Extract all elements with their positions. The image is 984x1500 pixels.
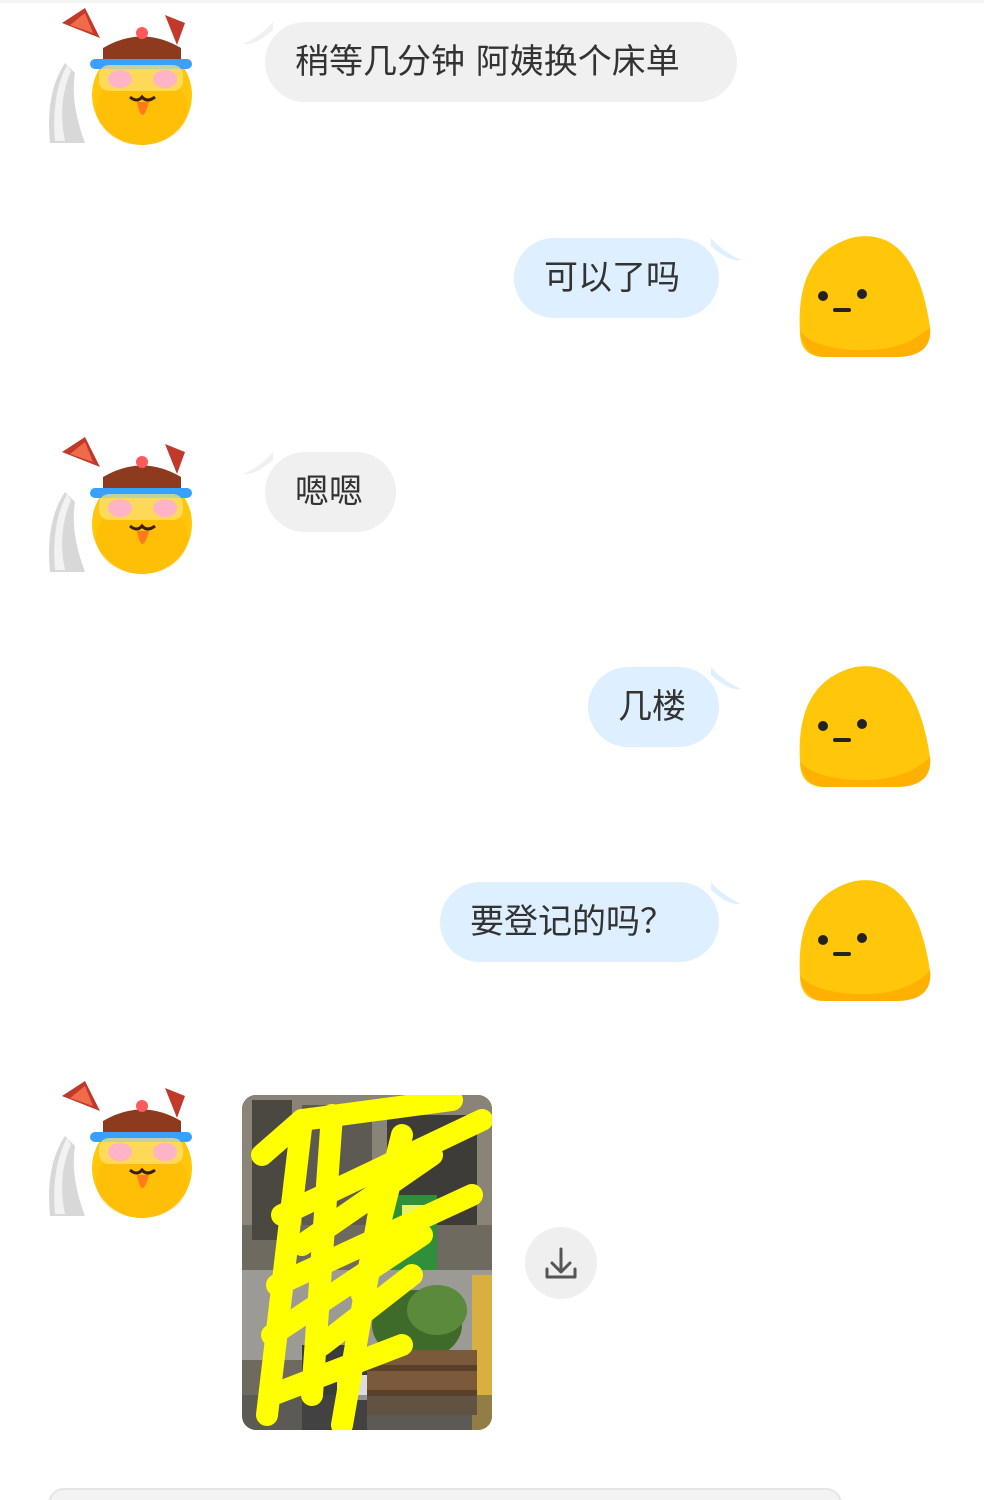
yellow-blob-avatar-icon[interactable] — [795, 232, 945, 382]
message-bubble-3[interactable]: 嗯嗯 — [243, 452, 396, 532]
download-button[interactable] — [525, 1227, 597, 1299]
cat-mascot-avatar-icon[interactable] — [45, 432, 195, 582]
cat-mascot-avatar-icon[interactable] — [45, 1076, 195, 1226]
message-bubble-1[interactable]: 稍等几分钟 阿姨换个床单 — [243, 22, 737, 102]
chat-view: 稍等几分钟 阿姨换个床单 可以了吗 嗯嗯 几楼 要登记的吗？ — [0, 0, 984, 1500]
message-bubble-2[interactable]: 可以了吗 — [514, 238, 741, 318]
yellow-blob-avatar-icon[interactable] — [795, 662, 945, 812]
photo-thumbnail[interactable] — [242, 1095, 492, 1430]
input-bar[interactable] — [48, 1488, 842, 1500]
yellow-blob-avatar-icon[interactable] — [795, 876, 945, 1026]
cat-mascot-avatar-icon[interactable] — [45, 3, 195, 153]
message-text: 嗯嗯 — [295, 472, 363, 512]
message-bubble-5[interactable]: 要登记的吗？ — [440, 882, 741, 962]
message-text: 几楼 — [618, 687, 686, 727]
message-text: 要登记的吗？ — [470, 902, 674, 942]
download-icon — [545, 1247, 577, 1279]
message-text: 可以了吗 — [544, 258, 680, 298]
message-bubble-4[interactable]: 几楼 — [588, 667, 741, 747]
message-text: 稍等几分钟 阿姨换个床单 — [295, 42, 680, 82]
